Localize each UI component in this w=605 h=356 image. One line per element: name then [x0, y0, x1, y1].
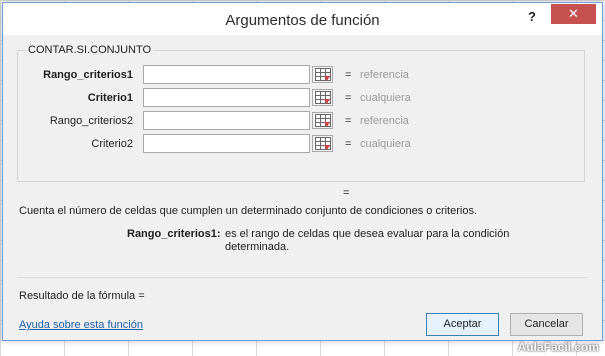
help-link[interactable]: Ayuda sobre esta función: [19, 319, 143, 331]
argument-row: Criterio1 = cualquiera: [18, 88, 584, 108]
range-selector-button[interactable]: [312, 112, 333, 129]
argument-label: Rango_criterios2: [49, 115, 133, 127]
argument-hint: cualquiera: [360, 92, 411, 104]
range-selector-button[interactable]: [312, 135, 333, 152]
watermark-logo: AulaFacil.com: [517, 340, 599, 354]
close-button[interactable]: ✕: [551, 4, 596, 24]
parameter-description: es el rango de celdas que desea evaluar …: [225, 228, 510, 253]
argument-equals: =: [345, 115, 352, 127]
function-name: CONTAR.SI.CONJUNTO: [26, 44, 154, 56]
argument-row: Rango_criterios1 = referencia: [18, 65, 584, 85]
arguments-group: CONTAR.SI.CONJUNTO Rango_criterios1 = re…: [17, 44, 585, 182]
argument-label: Rango_criterios1: [43, 69, 133, 81]
dialog-title: Argumentos de función: [225, 12, 380, 29]
function-arguments-dialog: Argumentos de función ? ✕ CONTAR.SI.CONJ…: [2, 2, 603, 341]
criterio1-input[interactable]: [143, 88, 310, 107]
function-result-equals: =: [343, 187, 350, 199]
parameter-name: Rango_criterios1:: [127, 228, 221, 240]
divider: [17, 277, 588, 278]
criterio2-input[interactable]: [143, 134, 310, 153]
cancel-button[interactable]: Cancelar: [510, 313, 583, 336]
help-button[interactable]: ?: [524, 9, 540, 27]
argument-hint: referencia: [360, 115, 409, 127]
title-bar[interactable]: Argumentos de función ? ✕: [3, 3, 602, 35]
argument-equals: =: [345, 138, 352, 150]
range-selector-icon: [315, 137, 331, 150]
ok-button[interactable]: Aceptar: [426, 313, 499, 336]
argument-row: Criterio2 = cualquiera: [18, 134, 584, 154]
argument-label: Criterio2: [91, 138, 133, 150]
argument-equals: =: [345, 92, 352, 104]
range-selector-icon: [315, 91, 331, 104]
argument-hint: cualquiera: [360, 138, 411, 150]
formula-result-label: Resultado de la fórmula =: [19, 290, 145, 302]
range-selector-button[interactable]: [312, 66, 333, 83]
argument-equals: =: [345, 69, 352, 81]
argument-label: Criterio1: [87, 92, 133, 104]
range-selector-button[interactable]: [312, 89, 333, 106]
range-selector-icon: [315, 114, 331, 127]
function-description: Cuenta el número de celdas que cumplen u…: [19, 205, 478, 217]
argument-row: Rango_criterios2 = referencia: [18, 111, 584, 131]
range-selector-icon: [315, 68, 331, 81]
argument-hint: referencia: [360, 69, 409, 81]
rango-criterios1-input[interactable]: [143, 65, 310, 84]
rango-criterios2-input[interactable]: [143, 111, 310, 130]
